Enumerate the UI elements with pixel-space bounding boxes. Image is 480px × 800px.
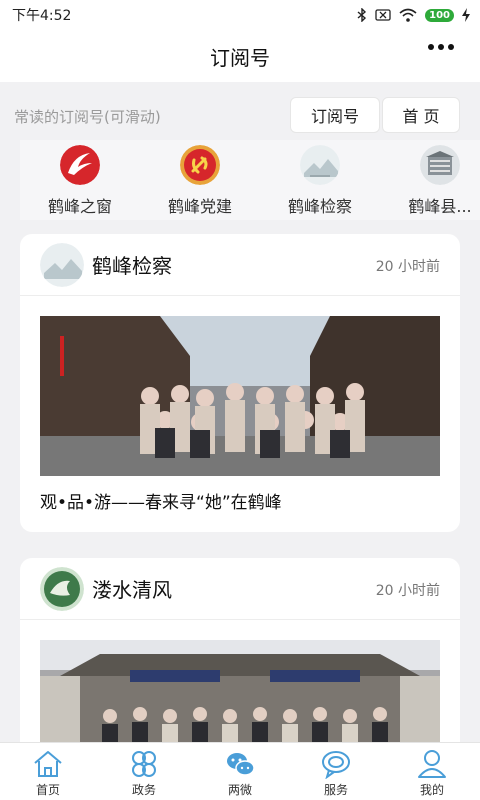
account-item[interactable]: 鹤峰县...: [380, 140, 480, 220]
tab-label: 政务: [131, 783, 156, 797]
account-name: 鹤峰之窗: [47, 197, 112, 216]
clover-icon: [132, 751, 156, 777]
tab-home[interactable]: 首页: [0, 743, 96, 800]
frequent-accounts-hint: 常读的订阅号(可滑动): [14, 108, 161, 126]
bluetooth-icon: [357, 8, 367, 22]
more-button[interactable]: [428, 44, 454, 50]
article-cover-image[interactable]: [40, 316, 440, 476]
account-avatar[interactable]: [40, 566, 84, 611]
article-card-header: 鹤峰检察 20 小时前: [20, 234, 460, 296]
account-item[interactable]: 鹤峰检察: [260, 140, 380, 220]
account-name: 鹤峰检察: [287, 197, 352, 216]
article-card[interactable]: 溇水清风 20 小时前: [20, 558, 460, 758]
account-name: 鹤峰县...: [408, 197, 472, 216]
subscribe-header: 常读的订阅号(可滑动) 订阅号 首 页: [0, 92, 480, 136]
sim-icon: [375, 9, 391, 21]
wechat-weibo-icon: [227, 753, 255, 776]
article-account-name[interactable]: 溇水清风: [92, 574, 172, 603]
account-avatar: [300, 145, 340, 185]
account-avatar: [420, 145, 460, 185]
status-icons: 100: [357, 8, 470, 22]
account-avatar[interactable]: [40, 242, 84, 287]
battery-icon: 100: [425, 8, 454, 22]
bottom-tab-bar: 首页 政务 两微 服务 我的: [0, 742, 480, 800]
user-icon: [418, 750, 446, 778]
account-name: 鹤峰党建: [167, 197, 232, 216]
frequent-accounts-carousel[interactable]: 鹤峰之窗 鹤峰党建 鹤峰检察 鹤峰县...: [20, 140, 480, 220]
more-dot-icon: [428, 44, 434, 50]
chat-bubble-icon: [322, 751, 350, 779]
tab-label: 服务: [323, 783, 348, 797]
account-item[interactable]: 鹤峰之窗: [20, 140, 140, 220]
article-title[interactable]: 观•品•游——春来寻“她”在鹤峰: [40, 488, 282, 513]
tab-label: 两微: [227, 783, 252, 797]
tab-label: 我的: [419, 783, 444, 797]
tab-government[interactable]: 政务: [96, 743, 192, 800]
page-title: 订阅号: [210, 45, 270, 70]
tab-weibo-wechat[interactable]: 两微: [192, 743, 288, 800]
status-bar: 下午4:52 100: [0, 0, 480, 30]
more-dot-icon: [438, 44, 444, 50]
home-icon: [34, 751, 62, 777]
article-time: 20 小时前: [375, 259, 440, 275]
wifi-icon: [399, 8, 417, 22]
article-account-name[interactable]: 鹤峰检察: [92, 250, 172, 279]
home-button[interactable]: 首 页: [382, 97, 460, 133]
article-cover-image[interactable]: [40, 640, 440, 758]
tab-profile[interactable]: 我的: [384, 743, 480, 800]
more-dot-icon: [448, 44, 454, 50]
tab-label: 首页: [35, 783, 60, 797]
status-time: 下午4:52: [12, 8, 72, 24]
article-card-header: 溇水清风 20 小时前: [20, 558, 460, 620]
account-avatar: [180, 145, 220, 185]
subscribe-button[interactable]: 订阅号: [290, 97, 380, 133]
tab-services[interactable]: 服务: [288, 743, 384, 800]
account-item[interactable]: 鹤峰党建: [140, 140, 260, 220]
article-card[interactable]: 鹤峰检察 20 小时前 观•品•游——春来寻“她”在鹤峰: [20, 234, 460, 532]
charging-icon: [462, 8, 470, 22]
nav-bar: 订阅号: [0, 30, 480, 82]
article-time: 20 小时前: [375, 583, 440, 599]
account-avatar: [60, 145, 100, 185]
